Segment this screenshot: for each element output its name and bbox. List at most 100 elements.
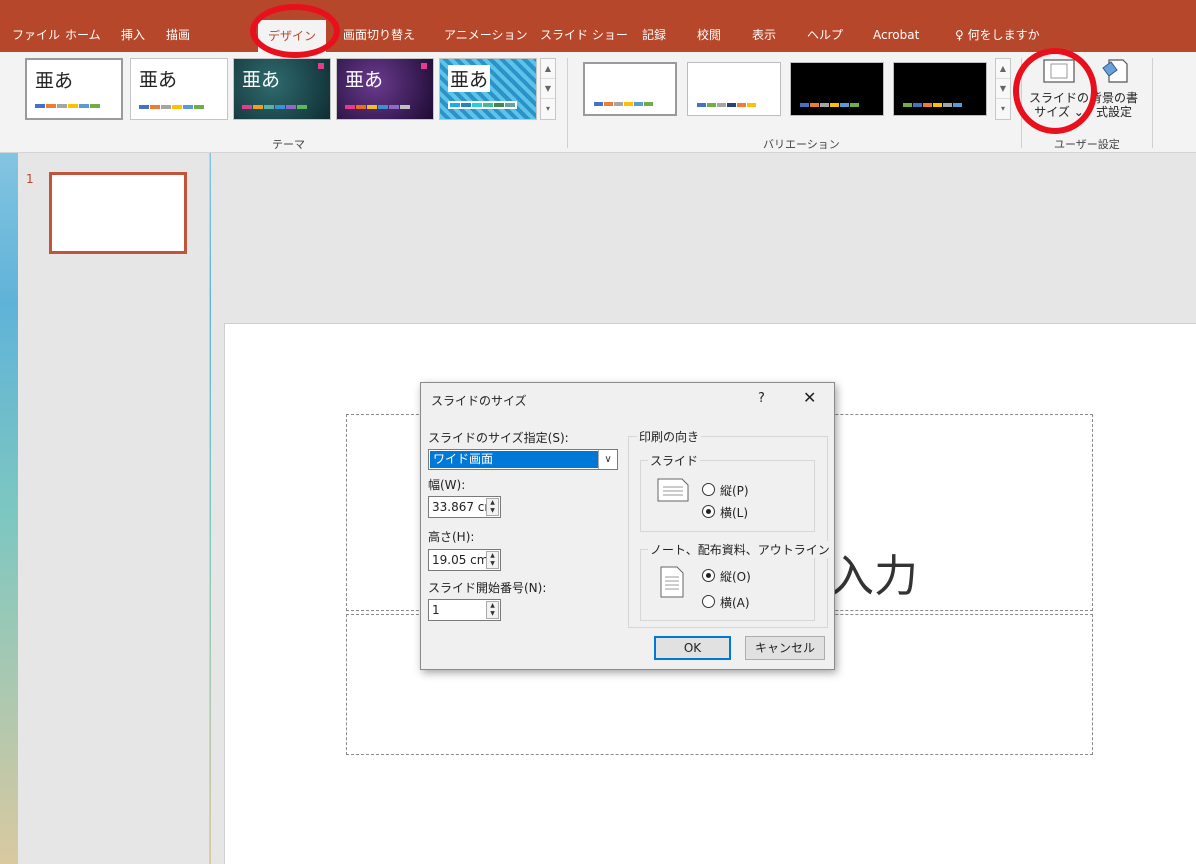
tab-view[interactable]: 表示 xyxy=(752,18,776,52)
color-swatches xyxy=(448,101,517,109)
spin-arrows-icon[interactable]: ▲ ▼ xyxy=(486,601,499,619)
slides-portrait-label: 縦(P) xyxy=(720,484,749,498)
slide-size-label-line1: スライドの xyxy=(1028,91,1089,105)
format-background-label-line2: 式設定 xyxy=(1095,105,1132,119)
size-preset-value: ワイド画面 xyxy=(430,451,598,468)
help-button[interactable]: ? xyxy=(758,391,765,406)
spin-arrows-icon[interactable]: ▲ ▼ xyxy=(486,551,499,569)
slide-size-button[interactable]: スライドの サイズ ⌄ xyxy=(1028,58,1090,119)
tell-me-text: 何をしますか xyxy=(967,28,1040,42)
height-stepper[interactable]: 19.05 cm ▲ ▼ xyxy=(428,549,501,571)
format-background-label-line1: 背景の書 xyxy=(1089,91,1138,105)
theme-5[interactable]: 亜あ xyxy=(439,58,537,120)
height-label: 高さ(H): xyxy=(428,530,475,544)
start-number-value: 1 xyxy=(432,603,440,617)
cancel-button[interactable]: キャンセル xyxy=(745,636,825,660)
thumbnail-number: 1 xyxy=(26,172,34,186)
tab-insert[interactable]: 挿入 xyxy=(121,18,145,52)
tab-acrobat[interactable]: Acrobat xyxy=(873,18,919,52)
group-label-customize: ユーザー設定 xyxy=(1054,138,1120,151)
ribbon-tab-bar: ファイル ホーム 挿入 描画 デザイン 画面切り替え アニメーション スライド … xyxy=(0,0,1196,52)
slides-portrait-radio[interactable] xyxy=(702,483,715,496)
landscape-page-icon xyxy=(657,478,689,502)
slides-group-label: スライド xyxy=(648,452,701,469)
slide-size-dialog: スライドのサイズ ? ✕ スライドのサイズ指定(S): ワイド画面 ∨ 幅(W)… xyxy=(420,382,835,670)
color-swatches xyxy=(903,103,962,107)
start-number-label: スライド開始番号(N): xyxy=(428,581,547,595)
tab-review[interactable]: 校閲 xyxy=(697,18,721,52)
theme-sample: 亜あ xyxy=(139,69,178,91)
tab-draw[interactable]: 描画 xyxy=(166,18,190,52)
notes-portrait-radio[interactable] xyxy=(702,569,715,582)
theme-accent-mark xyxy=(318,63,324,69)
start-number-stepper[interactable]: 1 ▲ ▼ xyxy=(428,599,501,621)
chevron-up-icon[interactable]: ▲ xyxy=(541,59,555,79)
group-divider xyxy=(1021,58,1022,148)
tab-home[interactable]: ホーム xyxy=(65,18,101,52)
gallery-more-icon[interactable]: ▾ xyxy=(996,99,1010,119)
group-divider xyxy=(1152,58,1153,148)
slide-size-label-line2: サイズ ⌄ xyxy=(1034,105,1084,119)
tab-animations[interactable]: アニメーション xyxy=(444,18,528,52)
slides-landscape-label: 横(L) xyxy=(720,506,749,520)
theme-sample: 亜あ xyxy=(345,69,384,91)
tab-record[interactable]: 記録 xyxy=(642,18,666,52)
notes-landscape-label: 横(A) xyxy=(720,596,750,610)
spin-arrows-icon[interactable]: ▲ ▼ xyxy=(486,498,499,516)
theme-4[interactable]: 亜あ xyxy=(336,58,434,120)
tab-transitions[interactable]: 画面切り替え xyxy=(343,18,415,52)
color-swatches xyxy=(800,103,859,107)
theme-2[interactable]: 亜あ xyxy=(130,58,228,120)
theme-office[interactable]: 亜あ xyxy=(25,58,123,120)
group-label-themes: テーマ xyxy=(272,138,305,151)
chevron-up-icon[interactable]: ▲ xyxy=(996,59,1010,79)
theme-sample: 亜あ xyxy=(35,70,74,92)
color-swatches xyxy=(139,105,204,109)
chevron-down-icon[interactable]: ▼ xyxy=(996,79,1010,99)
themes-gallery-scroll[interactable]: ▲ ▼ ▾ xyxy=(540,58,556,120)
notes-group-label: ノート、配布資料、アウトライン xyxy=(648,541,832,558)
theme-accent-mark xyxy=(421,63,427,69)
size-preset-dropdown[interactable]: ワイド画面 ∨ xyxy=(428,449,618,470)
width-label: 幅(W): xyxy=(428,478,466,492)
color-swatches xyxy=(345,105,410,109)
notes-portrait-label: 縦(O) xyxy=(720,570,751,584)
tab-slideshow[interactable]: スライド ショー xyxy=(540,18,628,52)
width-stepper[interactable]: 33.867 cm ▲ ▼ xyxy=(428,496,501,518)
variant-1[interactable] xyxy=(583,62,677,116)
tab-file[interactable]: ファイル xyxy=(12,18,60,52)
variants-gallery-scroll[interactable]: ▲ ▼ ▾ xyxy=(995,58,1011,120)
format-background-icon xyxy=(1102,59,1128,83)
slide-size-icon xyxy=(1043,59,1075,83)
height-value: 19.05 cm xyxy=(432,553,489,567)
theme-sample: 亜あ xyxy=(448,65,491,92)
group-divider xyxy=(567,58,568,148)
title-placeholder-text: 入力 xyxy=(830,551,918,602)
lightbulb-icon: ♀ xyxy=(955,28,964,42)
close-button[interactable]: ✕ xyxy=(803,388,816,407)
variant-4[interactable] xyxy=(893,62,987,116)
slides-landscape-radio[interactable] xyxy=(702,505,715,518)
slide-thumbnails-pane: 1 xyxy=(18,153,210,864)
color-swatches xyxy=(35,104,100,108)
format-background-button[interactable]: 背景の書 式設定 xyxy=(1086,58,1142,119)
theme-3[interactable]: 亜あ xyxy=(233,58,331,120)
color-swatches xyxy=(594,102,653,106)
ok-button[interactable]: OK xyxy=(654,636,731,660)
group-label-variations: バリエーション xyxy=(763,138,840,151)
color-swatches xyxy=(697,103,756,107)
variant-3[interactable] xyxy=(790,62,884,116)
variant-2[interactable] xyxy=(687,62,781,116)
tell-me-box[interactable]: ♀ 何をしますか xyxy=(955,18,1040,52)
notes-landscape-radio[interactable] xyxy=(702,595,715,608)
chevron-down-icon[interactable]: ∨ xyxy=(598,450,617,469)
theme-sample: 亜あ xyxy=(242,69,281,91)
size-preset-label: スライドのサイズ指定(S): xyxy=(428,431,569,445)
dialog-title: スライドのサイズ xyxy=(431,394,527,408)
tab-help[interactable]: ヘルプ xyxy=(807,18,843,52)
gallery-more-icon[interactable]: ▾ xyxy=(541,99,555,119)
slide-thumbnail[interactable] xyxy=(49,172,187,254)
color-swatches xyxy=(242,105,307,109)
tab-design[interactable]: デザイン xyxy=(258,20,327,52)
chevron-down-icon[interactable]: ▼ xyxy=(541,79,555,99)
